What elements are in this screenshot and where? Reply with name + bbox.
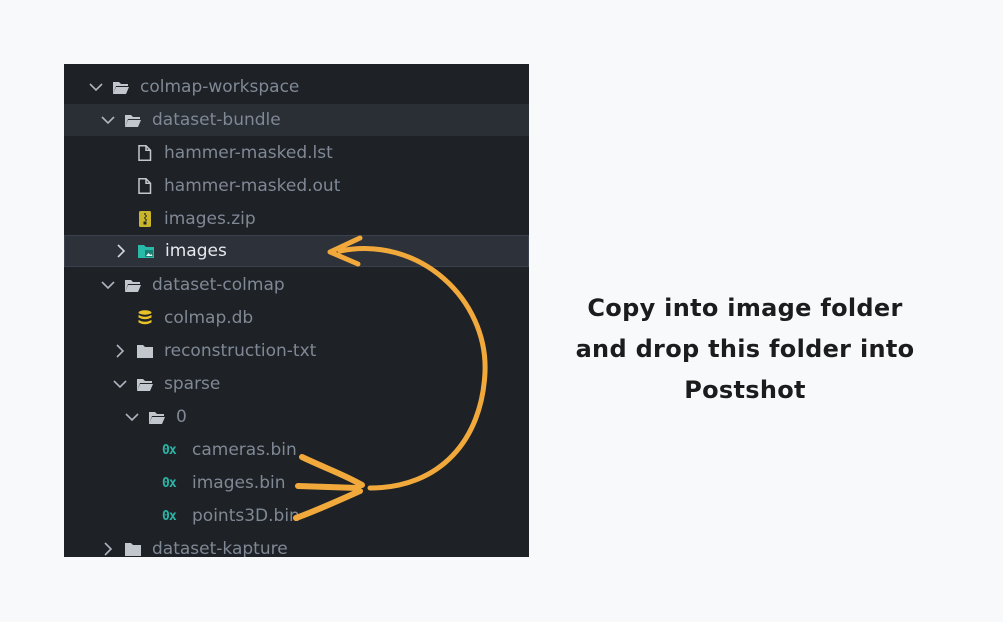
tree-item-images-zip[interactable]: images.zip <box>64 203 529 235</box>
binary-icon: 0x <box>162 442 177 458</box>
tree-item-label: dataset-colmap <box>152 275 285 295</box>
annotation-line: Copy into image folder <box>587 294 903 322</box>
tree-item-cameras-bin[interactable]: 0x cameras.bin <box>64 434 529 466</box>
tree-item-hammer-masked-out[interactable]: hammer-masked.out <box>64 170 529 202</box>
tree-item-label: images.bin <box>192 473 286 493</box>
tree-item-dataset-colmap[interactable]: dataset-colmap <box>64 269 529 301</box>
tree-item-dataset-bundle[interactable]: dataset-bundle <box>64 104 529 136</box>
database-icon <box>136 310 154 326</box>
tree-item-label: dataset-kapture <box>152 539 288 557</box>
folder-icon <box>136 343 154 359</box>
tree-item-label: sparse <box>164 374 221 394</box>
annotation-line: and drop this folder into <box>575 335 915 363</box>
tree-item-label: reconstruction-txt <box>164 341 317 361</box>
annotation-line: Postshot <box>684 376 806 404</box>
tree-item-hammer-masked-lst[interactable]: hammer-masked.lst <box>64 137 529 169</box>
annotation-text: Copy into image folder and drop this fol… <box>530 288 960 411</box>
chevron-right-icon[interactable] <box>113 243 129 259</box>
folder-open-icon <box>148 409 166 425</box>
tree-item-label: hammer-masked.lst <box>164 143 333 163</box>
chevron-right-icon[interactable] <box>112 343 128 359</box>
folder-open-icon <box>136 376 154 392</box>
tree-item-colmap-db[interactable]: colmap.db <box>64 302 529 334</box>
tree-item-label: dataset-bundle <box>152 110 281 130</box>
folder-open-icon <box>124 277 142 293</box>
file-explorer: colmap-workspace dataset-bundle hammer-m… <box>64 64 529 557</box>
file-icon <box>136 178 154 194</box>
tree-item-images[interactable]: images <box>64 235 529 267</box>
tree-item-images-bin[interactable]: 0x images.bin <box>64 467 529 499</box>
tree-item-label: images.zip <box>164 209 256 229</box>
folder-icon <box>124 541 142 557</box>
tree-item-dataset-kapture[interactable]: dataset-kapture <box>64 533 529 557</box>
tree-item-points3d-bin[interactable]: 0x points3D.bin <box>64 500 529 532</box>
tree-item-label: images <box>165 241 227 261</box>
chevron-down-icon[interactable] <box>100 112 116 128</box>
binary-icon: 0x <box>162 508 177 524</box>
chevron-right-icon[interactable] <box>100 541 116 557</box>
binary-icon: 0x <box>162 475 177 491</box>
tree-item-reconstruction-txt[interactable]: reconstruction-txt <box>64 335 529 367</box>
chevron-down-icon[interactable] <box>100 277 116 293</box>
chevron-down-icon[interactable] <box>112 376 128 392</box>
tree-item-0[interactable]: 0 <box>64 401 529 433</box>
chevron-down-icon[interactable] <box>88 79 104 95</box>
tree-item-label: colmap-workspace <box>140 77 300 97</box>
tree-item-label: 0 <box>176 407 187 427</box>
file-icon <box>136 145 154 161</box>
tree-item-label: points3D.bin <box>192 506 300 526</box>
tree-item-sparse[interactable]: sparse <box>64 368 529 400</box>
chevron-down-icon[interactable] <box>124 409 140 425</box>
tree-item-label: colmap.db <box>164 308 254 328</box>
tree-item-label: cameras.bin <box>192 440 297 460</box>
image-folder-icon <box>137 243 155 259</box>
folder-open-icon <box>124 112 142 128</box>
folder-open-icon <box>112 79 130 95</box>
zip-icon <box>136 211 154 227</box>
tree-item-label: hammer-masked.out <box>164 176 341 196</box>
tree-item-colmap-workspace[interactable]: colmap-workspace <box>64 71 529 103</box>
